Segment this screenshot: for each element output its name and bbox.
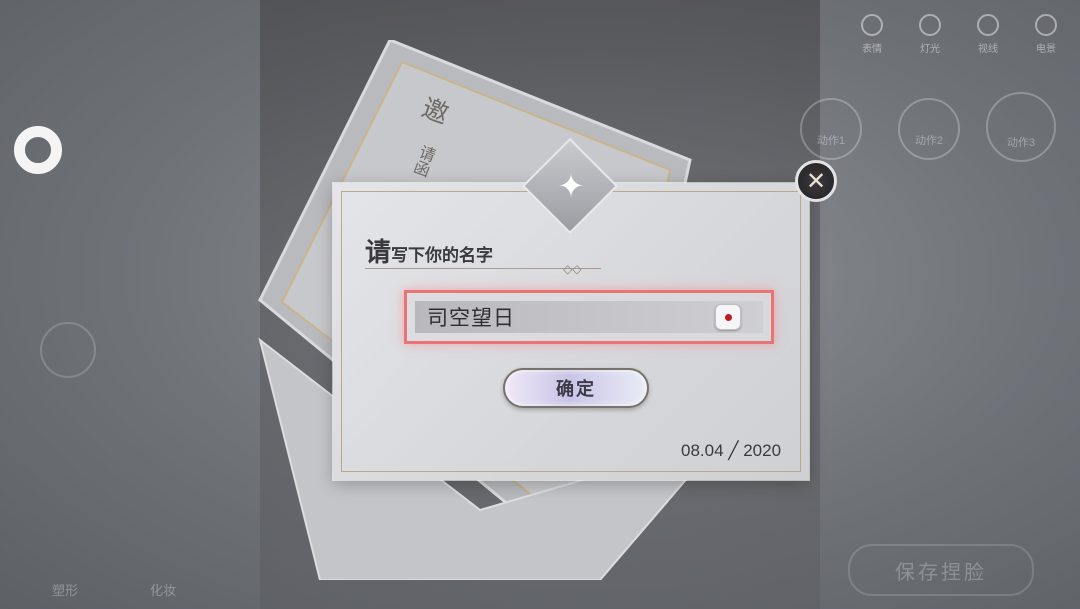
eye-label: 视线	[978, 44, 998, 55]
light-button[interactable]: 灯光	[908, 14, 952, 55]
left-action-ghost	[40, 322, 96, 378]
dialog-title-first: 请	[365, 238, 392, 267]
star-icon: ✦	[557, 168, 585, 204]
action-2-label: 动作2	[914, 135, 944, 147]
expression-label: 表情	[862, 44, 882, 55]
action-1-button[interactable]: 动作1	[800, 98, 862, 160]
date-stamp: 08.04 ╱ 2020	[681, 441, 782, 460]
divider-ornament-icon: ◇◇	[563, 262, 582, 276]
home-button[interactable]	[14, 126, 62, 174]
background-icon	[1035, 14, 1057, 36]
expression-button[interactable]: 表情	[850, 14, 894, 55]
confirm-label: 确定	[556, 379, 596, 399]
dialog-title: 请写下你的名字	[365, 232, 493, 269]
dialog-title-rest: 写下你的名字	[391, 246, 494, 265]
tab-makeup[interactable]: 化妆	[150, 580, 176, 599]
dice-dot	[725, 314, 732, 321]
top-toolbar: 表情 灯光 视线 电景	[850, 14, 1068, 55]
light-label: 灯光	[920, 44, 940, 55]
close-icon: ✕	[805, 167, 827, 195]
eye-icon	[977, 14, 999, 36]
action-2-button[interactable]: 动作2	[898, 98, 960, 160]
action-3-button[interactable]: 动作3	[986, 92, 1056, 162]
light-icon	[919, 14, 941, 36]
tab-shape[interactable]: 塑形	[52, 580, 78, 599]
confirm-button[interactable]: 确定	[503, 368, 649, 408]
action-1-label: 动作1	[816, 135, 846, 147]
name-value: 司空望日	[427, 307, 515, 330]
name-input-inner[interactable]: 司空望日	[415, 301, 763, 333]
eye-button[interactable]: 视线	[966, 14, 1010, 55]
action-3-label: 动作3	[1006, 137, 1036, 149]
background-label: 电景	[1036, 44, 1056, 55]
background-button[interactable]: 电景	[1024, 14, 1068, 55]
random-name-dice-icon[interactable]	[715, 304, 741, 330]
expression-icon	[861, 14, 883, 36]
save-face-button[interactable]: 保存捏脸	[848, 544, 1034, 596]
close-button[interactable]: ✕	[795, 160, 837, 202]
